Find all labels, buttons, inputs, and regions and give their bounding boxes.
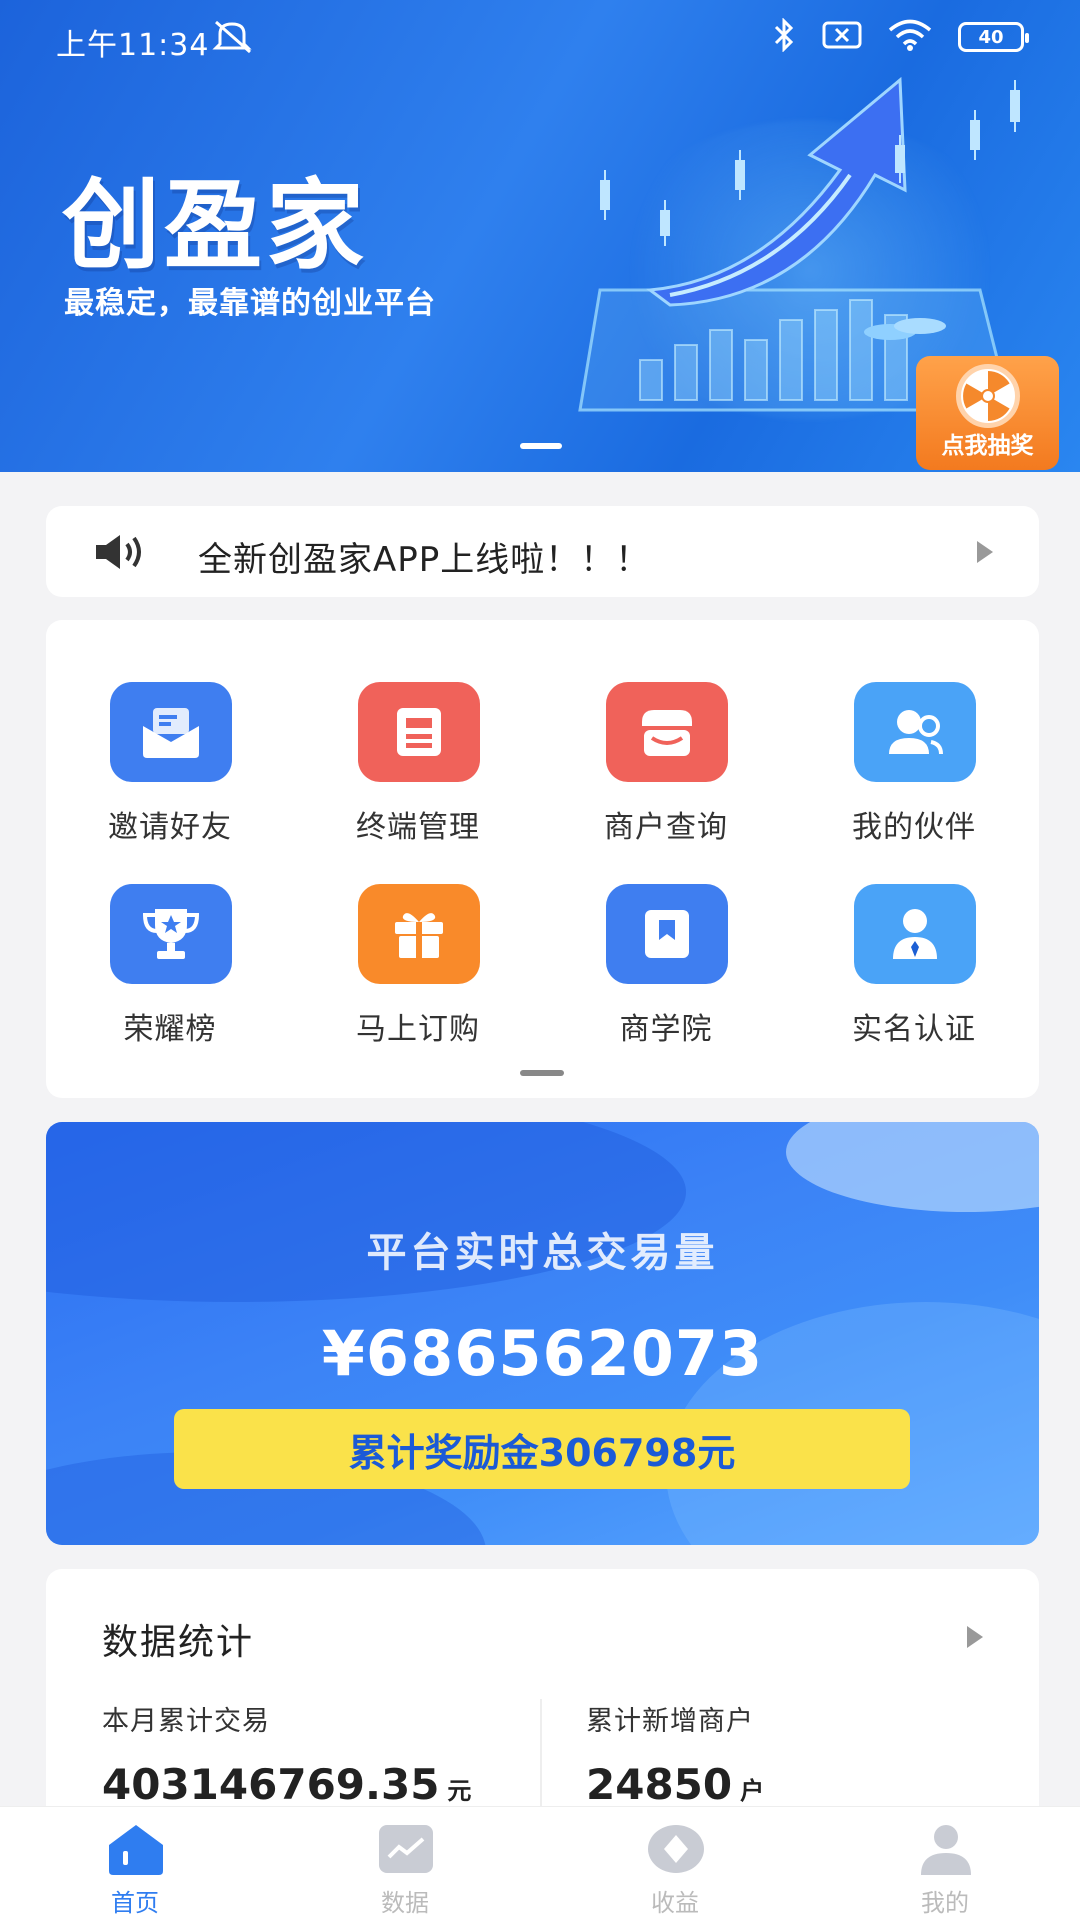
menu-item-invite-friends[interactable]: 邀请好友 (46, 682, 294, 852)
battery-level: 40 (978, 26, 1004, 48)
id-user-icon (854, 884, 976, 984)
menu-label: 实名认证 (852, 1012, 976, 1047)
tab-label: 首页 (111, 1889, 159, 1917)
stat-label: 本月累计交易 (102, 1706, 270, 1737)
new-merchants-stat: 累计新增商户 24850 户 (586, 1699, 764, 1809)
tab-profile[interactable]: 我的 (810, 1807, 1080, 1920)
stat-unit: 元 (447, 1777, 472, 1805)
menu-label: 终端管理 (356, 810, 480, 845)
prize-wheel-icon (956, 364, 1020, 428)
transaction-volume-card[interactable]: 平台实时总交易量 ¥686562073 累计奖励金306798元 (46, 1122, 1039, 1545)
status-icons: 40 (772, 17, 1029, 56)
reward-total-text: 累计奖励金306798元 (348, 1430, 736, 1475)
menu-label: 商学院 (619, 1012, 713, 1047)
menu-label: 商户查询 (604, 810, 728, 845)
tab-label: 数据 (381, 1889, 429, 1917)
monthly-transactions-stat: 本月累计交易 403146769.35 元 (102, 1699, 471, 1809)
menu-item-honor-board[interactable]: 荣耀榜 (46, 884, 294, 1054)
envelope-icon (110, 682, 232, 782)
gift-icon (358, 884, 480, 984)
menu-item-real-name-verification[interactable]: 实名认证 (790, 884, 1038, 1054)
profile-icon (915, 1821, 977, 1877)
chevron-right-icon[interactable] (967, 1626, 983, 1648)
tab-label: 我的 (921, 1889, 969, 1917)
play-arrow-icon (977, 541, 993, 563)
quick-menu: 邀请好友 终端管理 商户查询 我的伙伴 荣耀榜 马上订购 商学院 实名认证 (46, 620, 1039, 1098)
menu-label: 马上订购 (356, 1012, 480, 1047)
earnings-icon (645, 1821, 707, 1877)
menu-item-merchant-query[interactable]: 商户查询 (542, 682, 790, 852)
shop-icon (606, 682, 728, 782)
menu-item-terminal-management[interactable]: 终端管理 (294, 682, 542, 852)
bluetooth-icon (772, 17, 796, 56)
tab-label: 收益 (651, 1889, 699, 1917)
tab-earnings[interactable]: 收益 (540, 1807, 810, 1920)
reward-total-badge: 累计奖励金306798元 (174, 1409, 910, 1489)
volume-value: ¥686562073 (321, 1317, 764, 1390)
menu-label: 邀请好友 (108, 810, 232, 845)
sim-off-icon (822, 21, 862, 53)
lottery-button[interactable]: 点我抽奖 (916, 356, 1059, 470)
menu-label: 荣耀榜 (123, 1012, 217, 1047)
banner-pagination-dot (520, 443, 562, 449)
book-icon (606, 884, 728, 984)
terminal-icon (358, 682, 480, 782)
stats-title: 数据统计 (102, 1622, 255, 1663)
monthly-transactions-value: 403146769.35 (102, 1760, 440, 1809)
new-merchants-value: 24850 (586, 1760, 733, 1809)
wifi-icon (888, 19, 932, 55)
bottom-tab-bar: 首页 数据 收益 我的 (0, 1806, 1080, 1920)
stat-value: 24850 户 (586, 1760, 764, 1809)
lottery-label: 点我抽奖 (941, 433, 1034, 459)
mute-icon (212, 18, 254, 60)
menu-item-order-now[interactable]: 马上订购 (294, 884, 542, 1054)
volume-title: 平台实时总交易量 (366, 1230, 719, 1276)
trophy-icon (110, 884, 232, 984)
announcement-bar[interactable]: 全新创盈家APP上线啦！！！ (46, 506, 1039, 597)
stat-label: 累计新增商户 (586, 1706, 754, 1737)
stat-unit: 户 (740, 1777, 765, 1805)
stat-value: 403146769.35 元 (102, 1760, 471, 1809)
home-icon (105, 1821, 167, 1877)
tab-home[interactable]: 首页 (0, 1807, 270, 1920)
brand-subtitle: 最稳定，最靠谱的创业平台 (64, 286, 436, 321)
tab-data[interactable]: 数据 (270, 1807, 540, 1920)
status-time: 上午11:34 (56, 28, 210, 63)
chart-icon (375, 1821, 437, 1877)
menu-item-my-partners[interactable]: 我的伙伴 (790, 682, 1038, 852)
menu-item-business-school[interactable]: 商学院 (542, 884, 790, 1054)
hero-banner[interactable]: 上午11:34 40 创盈家 最稳定，最靠谱的创业平台 点我抽奖 (0, 0, 1080, 472)
speaker-icon (92, 532, 152, 576)
announcement-text: 全新创盈家APP上线啦！！！ (198, 540, 651, 580)
battery-icon: 40 (958, 22, 1029, 52)
menu-page-indicator (520, 1070, 564, 1076)
brand-title: 创盈家 (62, 169, 369, 283)
stat-divider (540, 1699, 542, 1809)
partners-icon (854, 682, 976, 782)
menu-label: 我的伙伴 (852, 810, 976, 845)
data-statistics-card[interactable]: 数据统计 本月累计交易 403146769.35 元 累计新增商户 24850 户 (46, 1569, 1039, 1829)
wave-decoration (786, 1122, 1039, 1212)
